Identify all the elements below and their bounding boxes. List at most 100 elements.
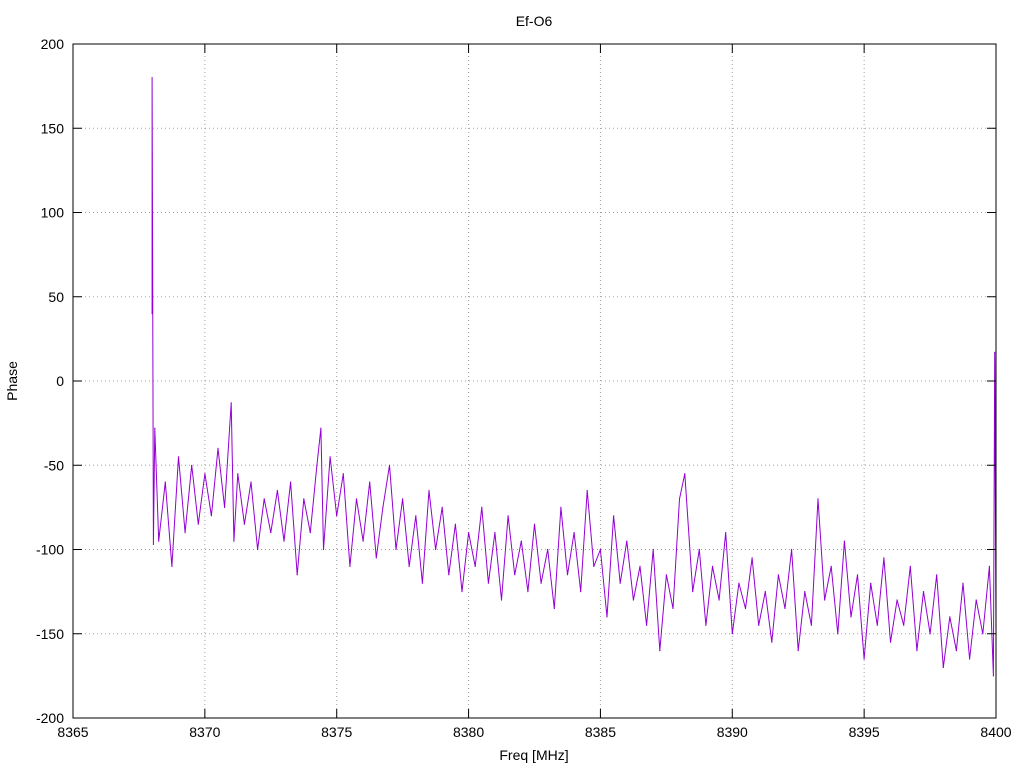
data-point bbox=[230, 402, 232, 404]
data-point bbox=[975, 599, 977, 601]
data-point bbox=[725, 532, 727, 534]
data-point bbox=[197, 523, 199, 525]
data-point bbox=[619, 582, 621, 584]
data-point bbox=[217, 447, 219, 449]
data-point bbox=[329, 456, 331, 458]
data-point bbox=[421, 582, 423, 584]
data-point bbox=[487, 582, 489, 584]
data-point bbox=[158, 540, 160, 542]
data-point bbox=[672, 607, 674, 610]
data-point bbox=[659, 650, 661, 652]
data-point bbox=[599, 548, 602, 551]
data-point bbox=[151, 77, 153, 79]
data-point bbox=[527, 591, 529, 593]
data-point bbox=[916, 650, 918, 652]
data-point bbox=[613, 515, 615, 517]
y-tick-label: -200 bbox=[36, 710, 64, 726]
data-point bbox=[204, 473, 206, 475]
data-point bbox=[758, 624, 760, 626]
data-point bbox=[837, 633, 839, 635]
data-point bbox=[500, 599, 503, 601]
data-point bbox=[626, 540, 628, 542]
data-point bbox=[593, 565, 595, 568]
data-point bbox=[520, 540, 522, 542]
data-point bbox=[349, 565, 351, 568]
data-point bbox=[824, 599, 826, 601]
data-point bbox=[151, 313, 153, 315]
data-point bbox=[448, 574, 450, 576]
chart-title: Ef-O6 bbox=[516, 13, 553, 29]
data-point bbox=[797, 650, 799, 652]
data-point bbox=[936, 574, 938, 576]
data-point bbox=[547, 548, 549, 551]
data-point bbox=[764, 591, 766, 593]
x-tick-label: 8375 bbox=[321, 724, 352, 740]
data-point bbox=[751, 557, 753, 559]
data-point bbox=[718, 599, 720, 601]
data-point bbox=[435, 548, 437, 551]
data-point bbox=[876, 624, 878, 626]
data-point bbox=[698, 548, 700, 551]
data-point bbox=[791, 548, 793, 551]
y-tick-label: 0 bbox=[56, 373, 64, 389]
data-point bbox=[830, 565, 832, 568]
data-point bbox=[263, 498, 265, 500]
data-point bbox=[276, 489, 278, 492]
data-point bbox=[320, 427, 322, 429]
data-point bbox=[731, 633, 733, 635]
y-tick-label: 50 bbox=[48, 289, 64, 305]
y-tick-label: 200 bbox=[41, 36, 65, 52]
data-point bbox=[949, 616, 951, 618]
data-point bbox=[191, 464, 193, 466]
data-point bbox=[883, 557, 885, 559]
y-tick-label: 150 bbox=[41, 120, 65, 136]
x-tick-label: 8390 bbox=[717, 724, 748, 740]
data-point bbox=[237, 473, 239, 475]
data-point bbox=[566, 574, 569, 576]
data-point bbox=[678, 498, 681, 500]
x-axis-label: Freq [MHz] bbox=[499, 747, 568, 763]
data-point bbox=[856, 574, 859, 576]
data-point bbox=[982, 633, 984, 635]
data-point bbox=[889, 641, 892, 643]
data-point bbox=[870, 582, 872, 584]
data-point bbox=[303, 498, 305, 500]
data-point bbox=[955, 650, 958, 652]
chart-background bbox=[0, 0, 1024, 768]
data-point bbox=[553, 607, 555, 610]
data-point bbox=[962, 582, 964, 584]
data-point bbox=[606, 616, 608, 618]
data-point bbox=[533, 523, 536, 525]
data-point bbox=[817, 498, 819, 500]
data-point bbox=[270, 532, 272, 534]
data-point bbox=[152, 543, 154, 546]
data-point bbox=[586, 489, 588, 492]
data-point bbox=[336, 515, 338, 517]
data-point bbox=[257, 548, 259, 551]
data-point bbox=[177, 456, 180, 458]
data-point bbox=[909, 565, 911, 568]
data-point bbox=[804, 591, 806, 593]
data-point bbox=[652, 548, 654, 551]
data-point bbox=[994, 351, 996, 353]
data-point bbox=[408, 565, 410, 568]
data-point bbox=[771, 641, 773, 643]
data-point bbox=[744, 607, 747, 610]
data-point bbox=[684, 473, 686, 475]
y-axis-label: Phase bbox=[4, 361, 20, 401]
data-point bbox=[810, 624, 813, 626]
data-point bbox=[154, 427, 156, 429]
data-point bbox=[375, 557, 377, 559]
chart-svg: 8365 8370 8375 8380 8385 8390 8395 8400 -200 -150… bbox=[0, 0, 1024, 768]
x-tick-label: 8370 bbox=[189, 724, 220, 740]
data-point bbox=[309, 532, 311, 534]
data-point bbox=[454, 523, 456, 525]
y-tick-label: -50 bbox=[44, 457, 64, 473]
data-point bbox=[692, 591, 694, 593]
y-tick-label: -150 bbox=[36, 626, 64, 642]
data-point bbox=[843, 540, 846, 542]
data-point bbox=[632, 599, 635, 601]
x-tick-label: 8365 bbox=[57, 724, 88, 740]
data-point bbox=[738, 582, 740, 584]
x-tick-label: 8395 bbox=[849, 724, 880, 740]
